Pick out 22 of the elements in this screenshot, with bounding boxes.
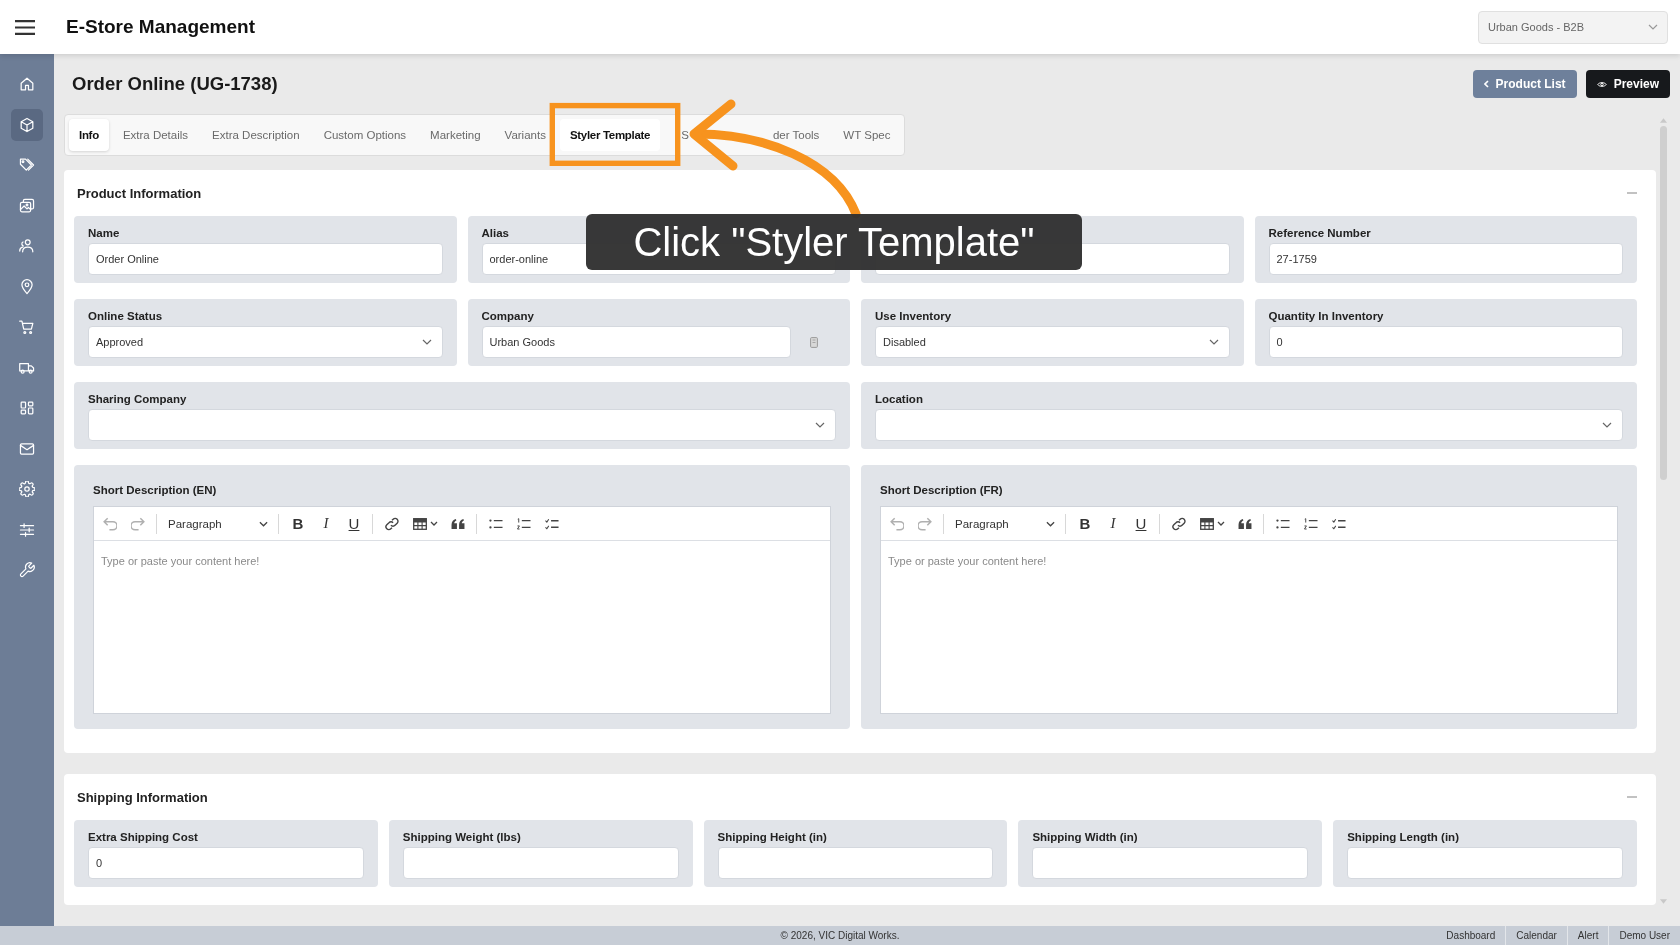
field-label: Alias: [481, 227, 509, 239]
app-title: E-Store Management: [66, 16, 255, 38]
page-title: Order Online (UG-1738): [72, 73, 278, 95]
field-label: Short Description (EN): [93, 483, 217, 498]
field-label: Shipping Height (in): [717, 831, 827, 843]
section-title: Product Information: [77, 185, 202, 201]
section-title: Shipping Information: [77, 789, 208, 805]
instruction-tooltip: Click "Styler Template": [586, 214, 1082, 270]
copyright-text: © 2026, VIC Digital Works.: [780, 930, 900, 941]
field-label: Use Inventory: [875, 310, 952, 322]
field-label: Shipping Weight (lbs): [402, 831, 521, 843]
field-label: Short Description (FR): [880, 483, 1003, 498]
field-label: Reference Number: [1268, 227, 1371, 239]
field-label: Sharing Company: [88, 393, 187, 405]
field-label: Location: [875, 393, 923, 405]
field-label: Shipping Length (in): [1347, 831, 1459, 843]
field-label: Name: [88, 227, 120, 239]
field-label: Shipping Width (in): [1032, 831, 1138, 843]
field-label: Online Status: [88, 310, 163, 322]
field-label: Company: [481, 310, 534, 322]
field-label: Extra Shipping Cost: [88, 831, 198, 843]
field-label: Quantity In Inventory: [1268, 310, 1384, 322]
